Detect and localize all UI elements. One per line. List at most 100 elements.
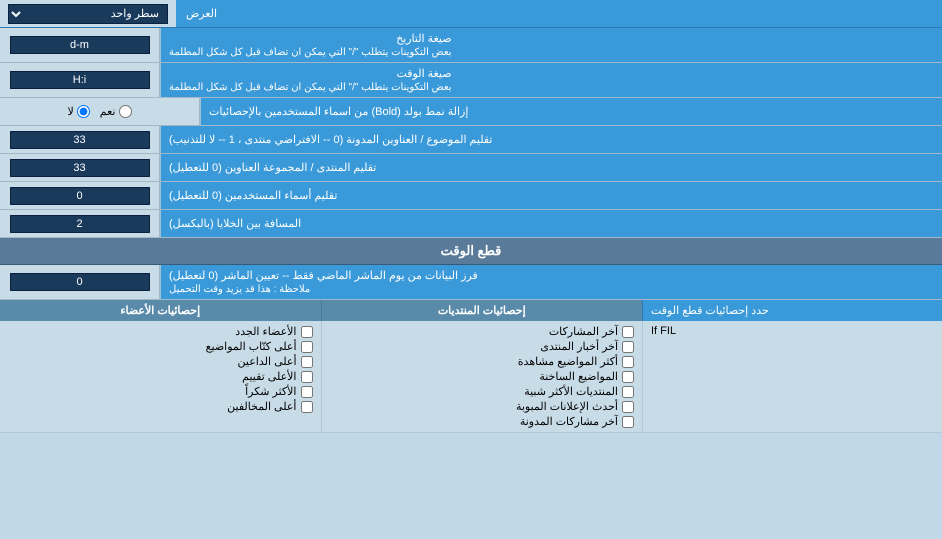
date-format-label: صيغة التاريخ بعض التكوينات يتطلب "/" الت… <box>160 28 942 62</box>
time-cut-label: فرز البيانات من يوم الماشر الماضي فقط --… <box>160 265 942 299</box>
stats-col2-header-text: إحصائيات الأعضاء <box>120 305 200 317</box>
time-cut-title: فرز البيانات من يوم الماشر الماضي فقط --… <box>169 269 478 282</box>
check-top-writers[interactable] <box>301 341 313 353</box>
stats-col1-checkboxes: آخر المشاركات آخر أخبار المنتدى أكثر الم… <box>321 321 643 433</box>
check-item-most-viewed: أكثر المواضيع مشاهدة <box>330 354 635 369</box>
check-most-thanked[interactable] <box>301 386 313 398</box>
radio-yes-label[interactable]: نعم <box>100 105 132 118</box>
check-most-viewed[interactable] <box>622 356 634 368</box>
stats-col2-header: إحصائيات الأعضاء <box>0 300 321 321</box>
radio-no-label[interactable]: لا <box>68 105 90 118</box>
date-format-input[interactable] <box>10 36 150 54</box>
usernames-title: تقليم أسماء المستخدمين (0 للتعطيل) <box>169 189 337 202</box>
time-cut-row: فرز البيانات من يوم الماشر الماضي فقط --… <box>0 265 942 300</box>
time-format-title: صيغة الوقت <box>169 67 452 80</box>
time-format-sublabel: بعض التكوينات يتطلب "/" التي يمكن ان تضا… <box>169 82 452 93</box>
stats-right-header: حدد إحصائيات قطع الوقت <box>642 300 942 321</box>
usernames-input[interactable] <box>10 187 150 205</box>
time-cut-header: قطع الوقت <box>0 238 942 265</box>
forum-titles-row: تقليم المنتدى / المجموعة العناوين (0 للت… <box>0 154 942 182</box>
radio-yes-text: نعم <box>100 105 116 118</box>
date-format-sublabel: بعض التكوينات يتطلب "/" التي يمكن ان تضا… <box>169 47 452 58</box>
check-item-latest-classified: أحدث الإعلانات المبوبة <box>330 399 635 414</box>
header-row: العرض سطر واحد سطرين ثلاثة أسطر <box>0 0 942 28</box>
time-format-input[interactable] <box>10 71 150 89</box>
check-top-violators[interactable] <box>301 401 313 413</box>
check-forum-news[interactable] <box>622 341 634 353</box>
check-top-rated-label: الأعلى تقييم <box>242 370 296 383</box>
time-format-row: صيغة الوقت بعض التكوينات يتطلب "/" التي … <box>0 63 942 98</box>
check-top-writers-label: أعلى كتّاب المواضيع <box>206 340 297 353</box>
check-top-violators-label: أعلى المخالفين <box>227 400 296 413</box>
check-most-similar-label: المنتديات الأكثر شبية <box>524 385 618 398</box>
check-most-similar[interactable] <box>622 386 634 398</box>
cell-spacing-label: المسافة بين الخلايا (بالبكسل) <box>160 210 942 237</box>
stats-checkboxes-container: If FIL آخر المشاركات آخر أخبار المنتدى أ… <box>0 321 942 433</box>
check-top-callers[interactable] <box>301 356 313 368</box>
bold-remove-row: إزالة نمط بولد (Bold) من اسماء المستخدمي… <box>0 98 942 126</box>
topics-titles-control <box>0 126 160 153</box>
stats-col2-checkboxes: الأعضاء الجدد أعلى كتّاب المواضيع أعلى ا… <box>0 321 321 433</box>
time-cut-control <box>0 265 160 299</box>
check-item-most-similar: المنتديات الأكثر شبية <box>330 384 635 399</box>
check-latest-posts[interactable] <box>622 326 634 338</box>
check-blog-posts[interactable] <box>622 416 634 428</box>
check-most-thanked-label: الأكثر شكراً <box>245 385 296 398</box>
radio-no[interactable] <box>77 105 90 118</box>
check-item-new-members: الأعضاء الجدد <box>8 324 313 339</box>
topics-titles-row: تقليم الموضوع / العناوين المدونة (0 -- ا… <box>0 126 942 154</box>
check-hot-topics[interactable] <box>622 371 634 383</box>
check-latest-classified-label: أحدث الإعلانات المبوبة <box>516 400 618 413</box>
check-hot-topics-label: المواضيع الساخنة <box>539 370 618 383</box>
time-cut-header-text: قطع الوقت <box>441 243 502 258</box>
check-new-members-label: الأعضاء الجدد <box>235 325 296 338</box>
bold-remove-title: إزالة نمط بولد (Bold) من اسماء المستخدمي… <box>209 105 468 118</box>
check-top-rated[interactable] <box>301 371 313 383</box>
topics-titles-input[interactable] <box>10 131 150 149</box>
check-item-top-violators: أعلى المخالفين <box>8 399 313 414</box>
bold-remove-label: إزالة نمط بولد (Bold) من اسماء المستخدمي… <box>200 98 942 125</box>
check-blog-posts-label: آخر مشاركات المدونة <box>520 415 618 428</box>
cell-spacing-title: المسافة بين الخلايا (بالبكسل) <box>169 217 301 230</box>
check-latest-posts-label: آخر المشاركات <box>549 325 618 338</box>
bold-remove-control: نعم لا <box>0 98 200 125</box>
time-cut-input[interactable] <box>10 273 150 291</box>
usernames-label: تقليم أسماء المستخدمين (0 للتعطيل) <box>160 182 942 209</box>
stats-section: حدد إحصائيات قطع الوقت إحصائيات المنتديا… <box>0 300 942 433</box>
time-cut-sublabel: ملاحظة : هذا قد يزيد وقت التحميل <box>169 284 310 295</box>
check-item-top-rated: الأعلى تقييم <box>8 369 313 384</box>
topics-titles-title: تقليم الموضوع / العناوين المدونة (0 -- ا… <box>169 133 492 146</box>
check-item-forum-news: آخر أخبار المنتدى <box>330 339 635 354</box>
check-item-blog-posts: آخر مشاركات المدونة <box>330 414 635 429</box>
usernames-row: تقليم أسماء المستخدمين (0 للتعطيل) <box>0 182 942 210</box>
time-format-label: صيغة الوقت بعض التكوينات يتطلب "/" التي … <box>160 63 942 97</box>
header-label: العرض <box>176 0 942 27</box>
forum-titles-input[interactable] <box>10 159 150 177</box>
check-item-most-thanked: الأكثر شكراً <box>8 384 313 399</box>
stats-header-container: حدد إحصائيات قطع الوقت إحصائيات المنتديا… <box>0 300 942 321</box>
check-item-top-writers: أعلى كتّاب المواضيع <box>8 339 313 354</box>
check-top-callers-label: أعلى الداعين <box>238 355 297 368</box>
date-format-control <box>0 28 160 62</box>
stats-col1-header-text: إحصائيات المنتديات <box>438 305 526 317</box>
usernames-control <box>0 182 160 209</box>
time-format-control <box>0 63 160 97</box>
check-latest-classified[interactable] <box>622 401 634 413</box>
check-item-latest-posts: آخر المشاركات <box>330 324 635 339</box>
stats-col1-header: إحصائيات المنتديات <box>321 300 643 321</box>
topics-titles-label: تقليم الموضوع / العناوين المدونة (0 -- ا… <box>160 126 942 153</box>
check-new-members[interactable] <box>301 326 313 338</box>
cell-spacing-input[interactable] <box>10 215 150 233</box>
date-format-title: صيغة التاريخ <box>169 32 452 45</box>
header-title-text: العرض <box>186 7 217 20</box>
radio-yes[interactable] <box>119 105 132 118</box>
bold-radio-group: نعم لا <box>68 105 132 118</box>
stats-right-label-text: If FIL <box>651 325 676 337</box>
check-item-hot-topics: المواضيع الساخنة <box>330 369 635 384</box>
cell-spacing-row: المسافة بين الخلايا (بالبكسل) <box>0 210 942 238</box>
stats-right-header-text: حدد إحصائيات قطع الوقت <box>651 304 769 317</box>
check-most-viewed-label: أكثر المواضيع مشاهدة <box>518 355 618 368</box>
display-select[interactable]: سطر واحد سطرين ثلاثة أسطر <box>8 4 168 24</box>
forum-titles-label: تقليم المنتدى / المجموعة العناوين (0 للت… <box>160 154 942 181</box>
stats-right-col: If FIL <box>642 321 942 433</box>
